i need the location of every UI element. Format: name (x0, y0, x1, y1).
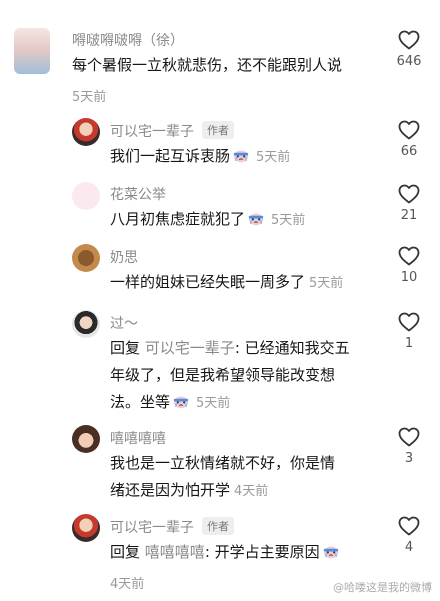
cry-emoji-icon (322, 544, 340, 559)
author-badge: 作者 (202, 517, 234, 535)
username[interactable]: 过～ (110, 313, 138, 333)
timestamp: 4天前 (110, 577, 145, 592)
comment-text: 回复 可以宅一辈子: 已经通知我交五 (110, 339, 350, 357)
timestamp: 5天前 (309, 276, 344, 291)
timestamp: 4天前 (234, 484, 269, 499)
username[interactable]: 可以宅一辈子 作者 (110, 121, 234, 141)
comment-text-line: 绪还是因为怕开学 4天前 (110, 481, 269, 499)
reply-target: 嘻嘻嘻嘻 (144, 543, 205, 561)
username[interactable]: 嘚啵嘚啵嘚（徐） (72, 30, 184, 50)
like-button[interactable]: 1 (389, 310, 429, 351)
like-count: 66 (400, 144, 418, 159)
comment-text: 八月初焦虑症就犯了 5天前 (110, 210, 306, 228)
comment-text: 每个暑假一立秋就悲伤，还不能跟别人说 (72, 56, 343, 74)
like-count: 4 (404, 540, 414, 555)
like-button[interactable]: 4 (389, 514, 429, 555)
cry-emoji-icon (232, 148, 250, 163)
heart-outline-icon[interactable] (397, 514, 421, 538)
like-count: 10 (400, 270, 418, 285)
like-count: 1 (404, 336, 414, 351)
like-count: 21 (400, 208, 418, 223)
like-count: 3 (404, 451, 414, 466)
avatar[interactable] (72, 118, 100, 146)
heart-outline-icon[interactable] (397, 118, 421, 142)
avatar[interactable] (72, 514, 100, 542)
comment-text: 我也是一立秋情绪就不好，你是情 (110, 454, 336, 472)
username[interactable]: 嘻嘻嘻嘻 (110, 428, 166, 448)
like-button[interactable]: 66 (389, 118, 429, 159)
avatar[interactable] (72, 310, 100, 338)
reply-target: 可以宅一辈子 (144, 339, 235, 357)
avatar[interactable] (72, 182, 100, 210)
avatar[interactable] (72, 244, 100, 272)
cry-emoji-icon (247, 211, 265, 226)
heart-outline-icon[interactable] (397, 182, 421, 206)
username[interactable]: 花菜公举 (110, 184, 166, 204)
timestamp: 5天前 (72, 90, 107, 105)
comment-text: 我们一起互诉衷肠 5天前 (110, 147, 291, 165)
username[interactable]: 可以宅一辈子 作者 (110, 517, 234, 537)
like-count: 646 (396, 54, 422, 69)
like-button[interactable]: 3 (389, 425, 429, 466)
heart-outline-icon[interactable] (397, 310, 421, 334)
heart-outline-icon[interactable] (397, 28, 421, 52)
timestamp: 5天前 (271, 213, 306, 228)
comment-text: 回复 嘻嘻嘻嘻: 开学占主要原因 (110, 539, 342, 566)
comment-text-line: 年级了，但是我希望领导能改变想 (110, 366, 336, 384)
comment-text: 一样的姐妹已经失眠一周多了 5天前 (110, 273, 344, 291)
avatar[interactable] (14, 28, 50, 74)
heart-outline-icon[interactable] (397, 244, 421, 268)
username[interactable]: 奶思 (110, 247, 138, 267)
like-button[interactable]: 646 (389, 28, 429, 69)
avatar[interactable] (72, 425, 100, 453)
timestamp: 5天前 (256, 150, 291, 165)
author-badge: 作者 (202, 121, 234, 139)
comment-text-line: 法。坐等 5天前 (110, 393, 231, 411)
like-button[interactable]: 10 (389, 244, 429, 285)
timestamp: 5天前 (196, 396, 231, 411)
like-button[interactable]: 21 (389, 182, 429, 223)
watermark: @哈喽这是我的微博 (333, 581, 432, 594)
cry-emoji-icon (172, 394, 190, 409)
heart-outline-icon[interactable] (397, 425, 421, 449)
